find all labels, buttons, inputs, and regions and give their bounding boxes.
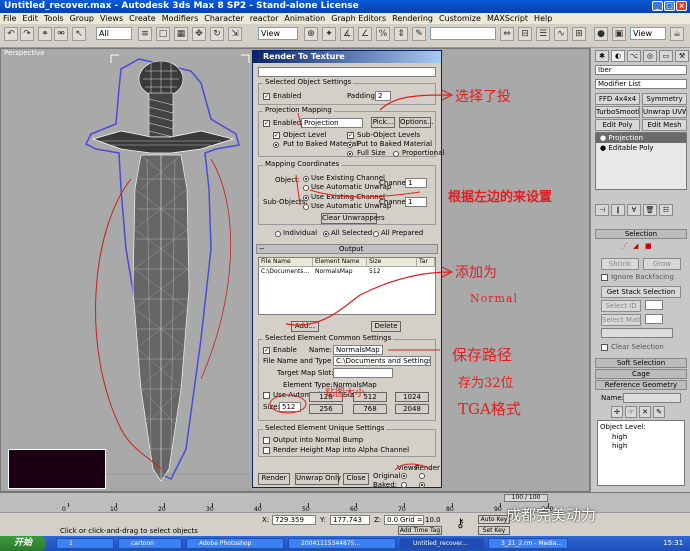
clear-selection-checkbox[interactable] (601, 344, 608, 351)
taskbar-item[interactable]: cartoon (118, 538, 182, 549)
annotation-save-path: 保存路径 (452, 346, 513, 364)
modifier-edit-poly-button[interactable]: Edit Poly (595, 119, 640, 131)
ref-name-label: Name: (601, 394, 625, 402)
status-prompt: Click or click-and-drag to select object… (60, 527, 198, 535)
add-time-tag-button[interactable]: Add Time Tag (398, 526, 442, 535)
pin-stack-icon[interactable]: ⊣ (595, 204, 609, 216)
get-stack-selection-button[interactable]: Get Stack Selection (601, 286, 681, 298)
ignore-backfacing-checkbox[interactable] (601, 274, 608, 281)
timeline-tick (68, 503, 69, 507)
modifier-stack[interactable]: ● Projection ● Editable Poly (595, 132, 687, 190)
ignore-backfacing-label: Ignore Backfacing (611, 273, 674, 281)
configure-sets-icon[interactable]: ☷ (659, 204, 673, 216)
taskbar-item[interactable]: Untitled_recover... (400, 538, 484, 549)
stack-item[interactable]: ● Editable Poly (596, 143, 686, 153)
taskbar-item[interactable]: 3_21_2.rm - Media... (488, 538, 568, 549)
command-panel: ✱ ◐ ⌥ ◎ ▭ ⚒ Iber Modifier List FFD 4x4x4… (590, 48, 690, 492)
start-button[interactable]: 开始 (0, 536, 46, 551)
face-icon[interactable]: ■ (645, 242, 652, 251)
annotation-save-as-32: 存为32位 (458, 376, 514, 391)
reference-geometry-rollout[interactable]: Reference Geometry (595, 380, 687, 390)
pick-ref-icon[interactable]: ☞ (625, 406, 637, 418)
taskbar-item[interactable]: Adobe Photoshop (186, 538, 284, 549)
time-slider[interactable]: 100 / 100 (504, 494, 548, 502)
x-coordinate[interactable]: 729.359 (272, 515, 316, 525)
display-tab-icon[interactable]: ▭ (659, 50, 673, 62)
modify-tab-icon[interactable]: ◐ (611, 50, 625, 62)
modifier-ffd-4x4x4-button[interactable]: FFD 4x4x4 (595, 93, 640, 105)
annotation-add-for: 添加为 (455, 265, 497, 281)
create-tab-icon[interactable]: ✱ (595, 50, 609, 62)
add-ref-icon[interactable]: ✛ (611, 406, 623, 418)
windows-taskbar: 开始 1 cartoon Adobe Photoshop 20041115344875… (0, 536, 690, 551)
soft-selection-rollout[interactable]: Soft Selection (595, 358, 687, 368)
ref-name-input[interactable] (623, 393, 681, 403)
hierarchy-tab-icon[interactable]: ⌥ (627, 50, 641, 62)
delete-ref-icon[interactable]: ✕ (639, 406, 651, 418)
stack-item[interactable]: ● Projection (596, 133, 686, 143)
make-unique-icon[interactable]: ∀ (627, 204, 641, 216)
ref-list-item[interactable]: high (612, 442, 627, 451)
grid-size: Grid = 10.0 (400, 516, 441, 524)
annotation-size-note: 贴图大小 (325, 388, 365, 399)
modifier-turbosmooth-button[interactable]: TurboSmooth (595, 106, 640, 118)
annotation-strokes (269, 89, 454, 471)
z-label: Z: (374, 516, 382, 524)
modifier-edit-mesh-button[interactable]: Edit Mesh (642, 119, 687, 131)
annotation-tga-format: TGA格式 (458, 400, 521, 418)
set-key-button[interactable]: Set Key (478, 526, 510, 535)
utilities-tab-icon[interactable]: ⚒ (675, 50, 689, 62)
selection-rollout[interactable]: Selection (595, 229, 687, 239)
stack-item-label: Projection (608, 134, 643, 142)
select-matid-input[interactable] (645, 314, 663, 324)
modifier-list-dropdown[interactable]: Modifier List (595, 79, 687, 89)
taskbar-item[interactable]: 20041115344875... (288, 538, 396, 549)
y-label: Y: (320, 516, 326, 524)
x-label: X: (262, 516, 270, 524)
remove-modifier-icon[interactable]: 🗑 (643, 204, 657, 216)
vertex-icon[interactable]: ⋰ (621, 242, 628, 251)
select-id-button[interactable]: Select ID (601, 300, 641, 312)
edge-icon[interactable]: ◢ (633, 242, 638, 251)
taskbar-item[interactable]: 1 (56, 538, 114, 549)
modifier-symmetry-button[interactable]: Symmetry (642, 93, 687, 105)
y-coordinate[interactable]: 177.743 (330, 515, 370, 525)
clear-selection-label: Clear Selection (611, 343, 664, 351)
ref-options-icon[interactable]: ✎ (653, 406, 665, 418)
show-end-result-icon[interactable]: ∥ (611, 204, 625, 216)
key-icon[interactable]: ⚷ (456, 517, 465, 529)
system-clock: 15:31 (663, 539, 684, 547)
select-id-input[interactable] (645, 300, 663, 310)
select-matid-button[interactable]: Select MatID (601, 314, 641, 326)
annotation-normal: Normal (470, 292, 519, 305)
object-name-input[interactable]: Iber (595, 65, 687, 75)
stack-item-label: Editable Poly (608, 144, 654, 152)
cage-rollout[interactable]: Cage (595, 369, 687, 379)
ref-geometry-list[interactable]: Object Level: high high (597, 420, 685, 486)
shrink-button[interactable]: Shrink (601, 258, 639, 270)
select-by-name-dropdown[interactable] (601, 328, 673, 338)
object-level-item[interactable]: Object Level: (600, 423, 646, 432)
watermark-text: 成都完美动力 (506, 506, 597, 524)
ref-list-item[interactable]: high (612, 433, 627, 442)
annotation-choose-projection: 选择了投 (455, 89, 511, 105)
modifier-unwrap-uvw-button[interactable]: Unwrap UVW (642, 106, 687, 118)
motion-tab-icon[interactable]: ◎ (643, 50, 657, 62)
grow-button[interactable]: Grow (643, 258, 681, 270)
annotation-set-by-left: 根据左边的来设置 (448, 190, 553, 205)
